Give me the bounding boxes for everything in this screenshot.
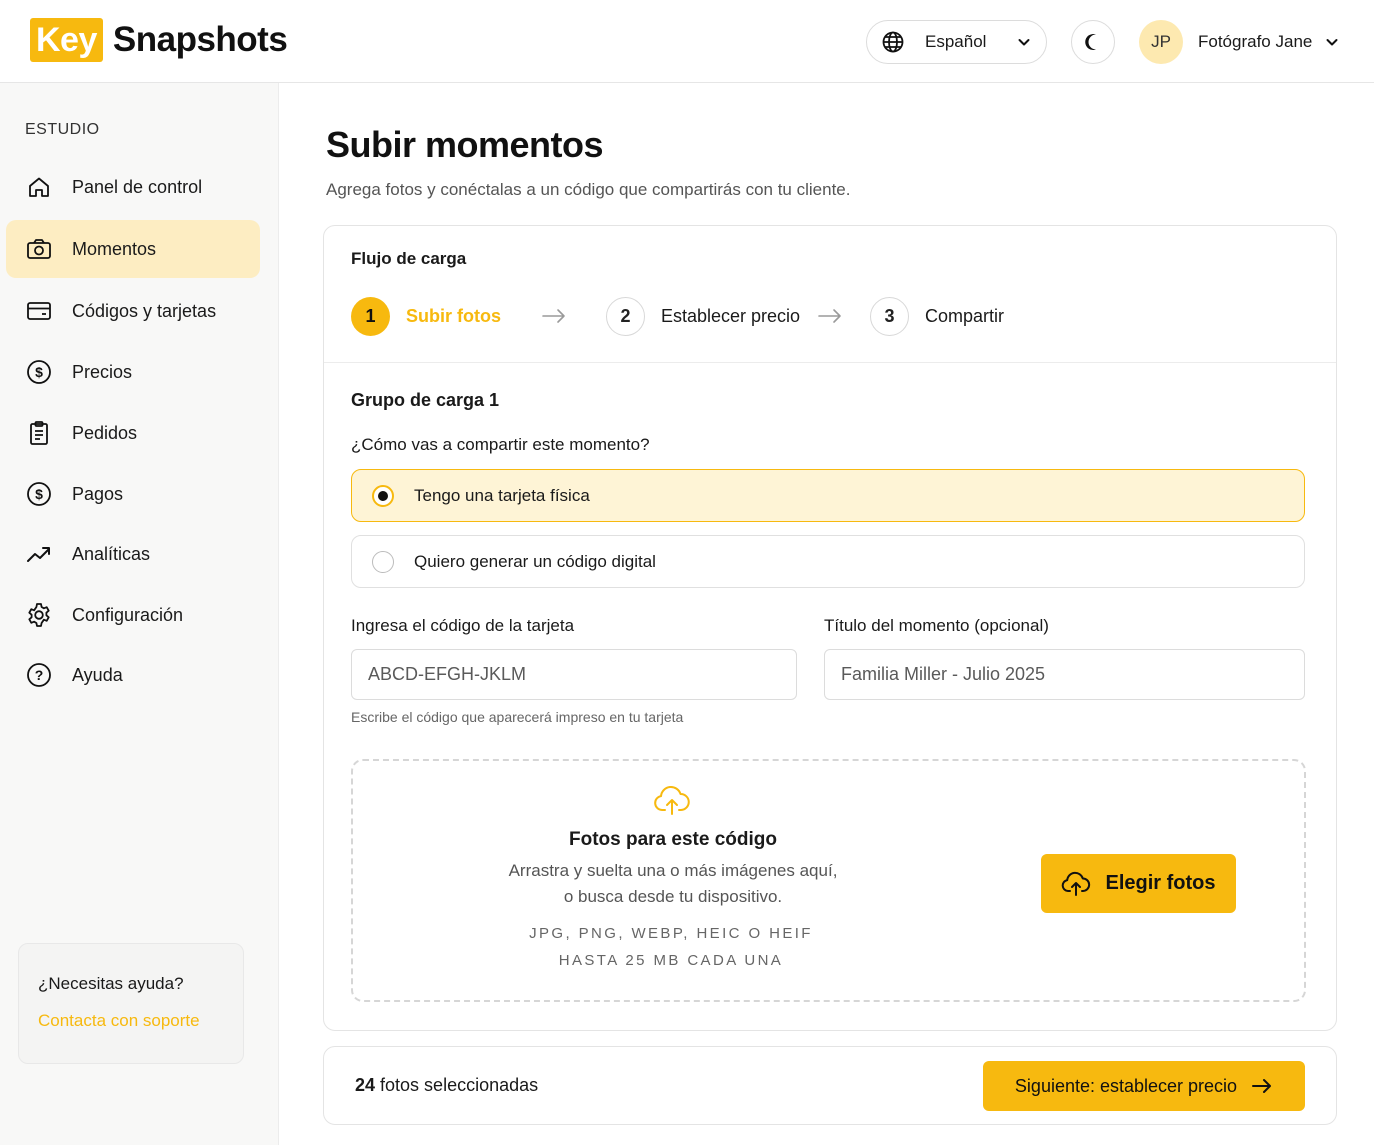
dollar-icon: $ <box>26 359 52 385</box>
contact-support-link[interactable]: Contacta con soporte <box>38 1011 243 1031</box>
brand-logo[interactable]: Key Snapshots <box>30 18 288 62</box>
sidebar-item-label: Ayuda <box>72 664 123 685</box>
step-label: Compartir <box>925 305 1005 326</box>
dropzone-formats: JPG, PNG, WEBP, HEIC O HEIF <box>529 925 813 942</box>
sidebar-item-label: Pagos <box>72 483 124 504</box>
sidebar-item-pedidos[interactable]: Pedidos <box>6 404 260 462</box>
chevron-down-icon <box>1016 34 1032 50</box>
sidebar-item-momentos[interactable]: Momentos <box>6 220 260 278</box>
page-title: Subir momentos <box>326 124 604 165</box>
choose-photos-button[interactable]: Elegir fotos <box>1041 854 1236 913</box>
option-label: Tengo una tarjeta física <box>414 485 590 505</box>
next-set-price-button[interactable]: Siguiente: establecer precio <box>983 1061 1305 1111</box>
language-selector[interactable]: Español <box>866 20 1047 64</box>
camera-icon <box>26 236 52 262</box>
share-question: ¿Cómo vas a compartir este momento? <box>351 435 650 454</box>
sidebar-item-label: Precios <box>72 361 133 382</box>
logo-wordmark: Snapshots <box>112 20 288 59</box>
sidebar-item-analiticas[interactable]: Analíticas <box>6 525 260 583</box>
upload-card: Flujo de carga 1 Subir fotos 2 Establece… <box>323 225 1337 1031</box>
radio-selected[interactable] <box>372 484 394 507</box>
dropzone-instructions-line1: Arrastra y suelta una o más imágenes aqu… <box>508 861 838 880</box>
trend-icon <box>26 541 52 567</box>
cloud-upload-icon <box>1061 871 1091 897</box>
page-subtitle: Agrega fotos y conéctalas a un código qu… <box>326 180 851 199</box>
step-subir-fotos[interactable]: 1 Subir fotos <box>351 296 501 336</box>
help-title: ¿Necesitas ayuda? <box>38 974 184 993</box>
photo-dropzone[interactable]: Fotos para este código Arrastra y suelta… <box>351 759 1306 1002</box>
selected-count-number: 24 <box>355 1075 376 1095</box>
language-label: Español <box>925 32 987 51</box>
sidebar-item-label: Panel de control <box>72 176 203 197</box>
card-code-input[interactable] <box>351 649 797 700</box>
dropzone-instructions-line2: o busca desde tu dispositivo. <box>563 887 783 906</box>
selected-photos-count: 24 fotos seleccionadas <box>355 1075 538 1096</box>
flow-title: Flujo de carga <box>351 249 467 268</box>
gear-icon <box>26 602 52 628</box>
dropzone-title: Fotos para este código <box>569 829 777 850</box>
cloud-upload-icon <box>653 785 691 817</box>
user-name: Fotógrafo Jane <box>1198 32 1313 51</box>
option-digital-code[interactable]: Quiero generar un código digital <box>351 535 1305 588</box>
sidebar-item-configuracion[interactable]: Configuración <box>6 586 260 644</box>
logo-key-badge: Key <box>30 18 103 62</box>
step-number: 3 <box>870 296 909 336</box>
step-compartir[interactable]: 3 Compartir <box>870 296 1004 336</box>
option-physical-card[interactable]: Tengo una tarjeta física <box>351 469 1305 522</box>
help-icon: ? <box>26 662 52 688</box>
next-button-label: Siguiente: establecer precio <box>1014 1075 1238 1096</box>
choose-photos-label: Elegir fotos <box>1105 872 1216 894</box>
sidebar-item-label: Analíticas <box>72 543 151 564</box>
option-label: Quiero generar un código digital <box>414 551 656 571</box>
sidebar-item-label: Pedidos <box>72 422 138 443</box>
sidebar-item-codigos-y-tarjetas[interactable]: Códigos y tarjetas <box>6 282 260 340</box>
chevron-down-icon <box>1324 34 1340 50</box>
step-number: 1 <box>351 296 390 336</box>
sidebar-item-label: Códigos y tarjetas <box>72 300 217 321</box>
divider <box>324 362 1336 363</box>
card-code-hint: Escribe el código que aparecerá impreso … <box>351 709 684 725</box>
sidebar-item-pagos[interactable]: $ Pagos <box>6 465 260 523</box>
sidebar-item-precios[interactable]: $ Precios <box>6 343 260 401</box>
dollar-icon: $ <box>26 481 52 507</box>
step-establecer-precio[interactable]: 2 Establecer precio <box>606 296 800 336</box>
step-number: 2 <box>606 296 645 336</box>
card-code-label: Ingresa el código de la tarjeta <box>351 616 575 635</box>
step-label: Subir fotos <box>406 305 501 326</box>
arrow-right-icon <box>1251 1078 1273 1094</box>
arrow-right-icon <box>541 306 567 326</box>
svg-text:?: ? <box>35 667 44 683</box>
moment-title-input[interactable] <box>824 649 1305 700</box>
svg-text:$: $ <box>35 486 43 502</box>
sidebar: ESTUDIO Panel de control Momentos Código… <box>0 83 279 1145</box>
svg-text:$: $ <box>35 364 43 380</box>
flow-steps: 1 Subir fotos 2 Establecer precio 3 Comp… <box>351 296 1251 336</box>
dropzone-size-limit: HASTA 25 MB CADA UNA <box>558 952 784 969</box>
sidebar-item-label: Momentos <box>72 238 157 259</box>
sidebar-item-label: Configuración <box>72 604 184 625</box>
moment-title-label: Título del momento (opcional) <box>824 616 1049 635</box>
footer-action-bar: 24 fotos seleccionadas Siguiente: establ… <box>323 1046 1337 1125</box>
arrow-right-icon <box>817 306 843 326</box>
sidebar-section-title: ESTUDIO <box>25 121 100 138</box>
selected-count-suffix: fotos seleccionadas <box>375 1075 539 1095</box>
user-menu[interactable]: JP Fotógrafo Jane <box>1139 20 1340 64</box>
moon-icon <box>1083 32 1103 52</box>
sidebar-item-ayuda[interactable]: ? Ayuda <box>6 646 260 704</box>
clipboard-icon <box>26 420 52 446</box>
top-header: Key Snapshots Español JP Fotógrafo Jane <box>0 0 1374 83</box>
theme-toggle-button[interactable] <box>1071 20 1115 64</box>
radio-unselected[interactable] <box>372 550 394 573</box>
group-title: Grupo de carga 1 <box>351 390 500 410</box>
step-label: Establecer precio <box>661 305 801 326</box>
card-icon <box>26 298 52 324</box>
help-card: ¿Necesitas ayuda? Contacta con soporte <box>18 943 244 1064</box>
avatar: JP <box>1139 20 1183 64</box>
sidebar-item-panel-de-control[interactable]: Panel de control <box>6 158 260 216</box>
home-icon <box>26 174 52 200</box>
globe-icon <box>881 30 905 54</box>
